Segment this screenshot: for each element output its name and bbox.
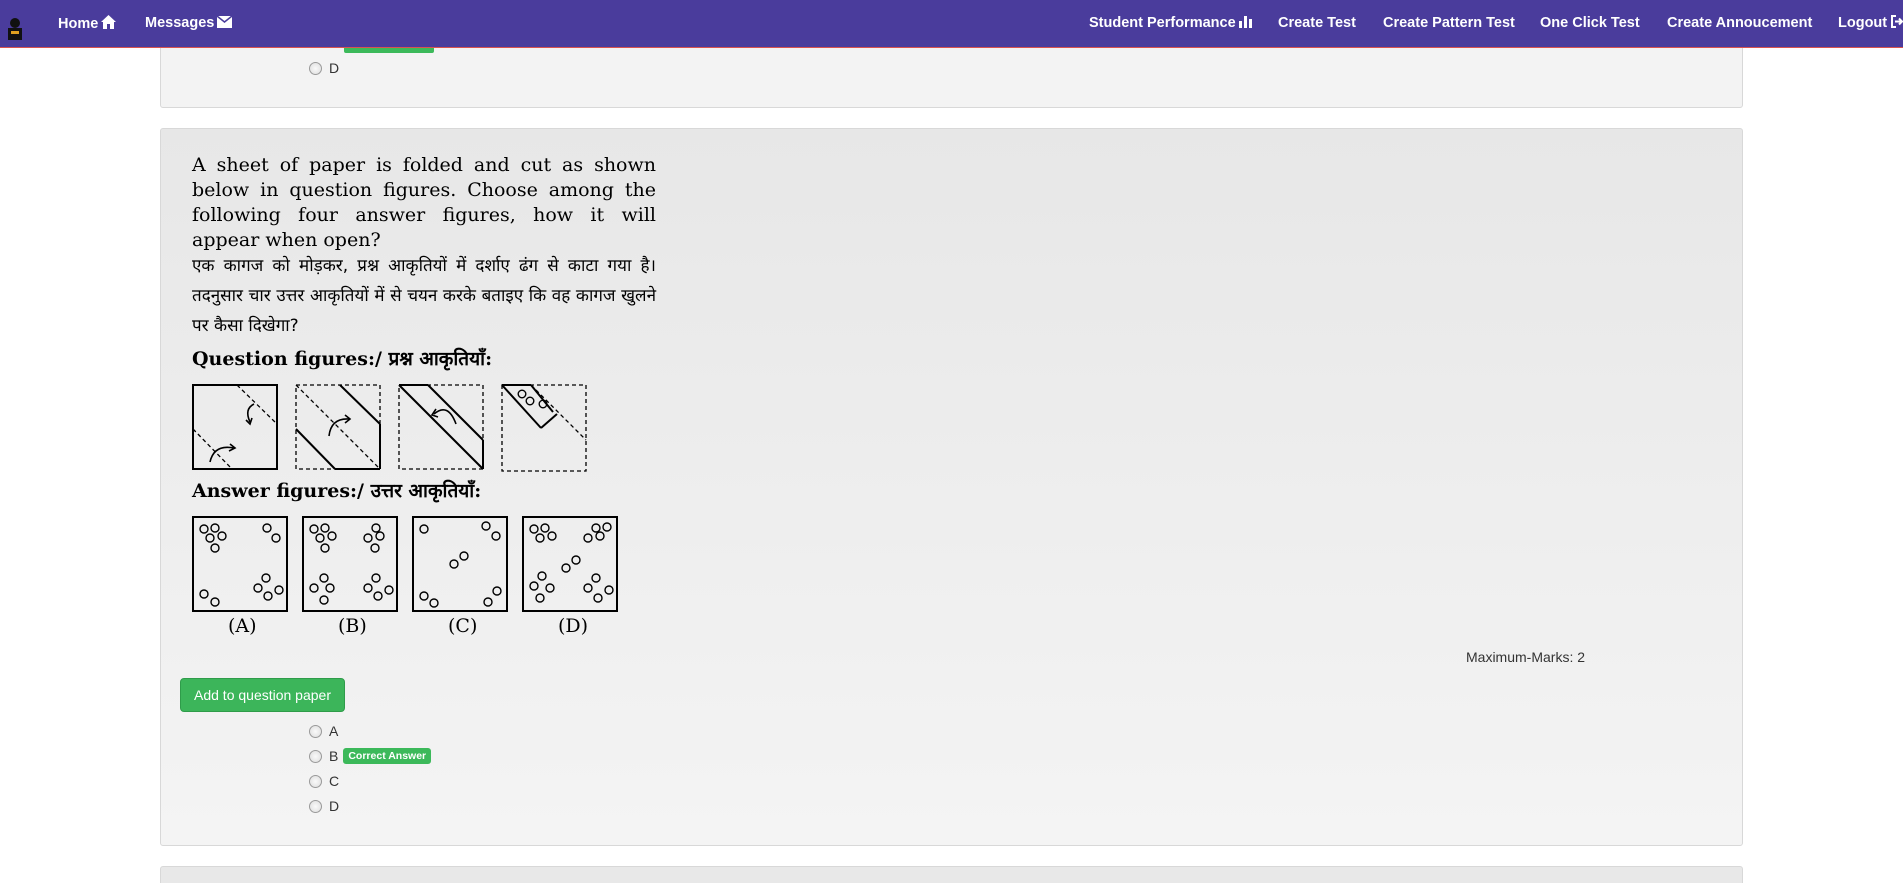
nav-create-test[interactable]: Create Test: [1278, 15, 1356, 31]
nav-create-announcement[interactable]: Create Annoucement: [1667, 15, 1812, 31]
option-a[interactable]: A: [309, 723, 338, 739]
question-card: A sheet of paper is folded and cut as sh…: [160, 128, 1743, 846]
home-icon: [101, 15, 117, 29]
answer-figure-c: [412, 516, 508, 612]
option-label: C: [329, 773, 340, 789]
logo-icon[interactable]: [6, 14, 24, 40]
next-question-card: [160, 866, 1743, 883]
radio-button[interactable]: [309, 799, 322, 813]
option-label: D: [329, 60, 340, 76]
answer-figure-d: [522, 516, 618, 612]
nav-one-click-test[interactable]: One Click Test: [1540, 15, 1640, 31]
add-to-question-paper-button[interactable]: Add to question paper: [180, 678, 345, 712]
radio-button[interactable]: [309, 61, 322, 75]
nav-home-label: Home: [58, 16, 99, 32]
question-text-english: A sheet of paper is folded and cut as sh…: [192, 154, 656, 251]
question-text-hindi: एक कागज को मोड़कर, प्रश्न आकृतियों में द…: [192, 256, 656, 336]
option-b[interactable]: B Correct Answer: [309, 748, 432, 764]
answer-figure-a: [192, 516, 288, 612]
option-label: D: [329, 798, 340, 814]
question-figure-4: [501, 384, 587, 472]
nav-messages-label: Messages: [145, 15, 215, 31]
question-figure-1: [192, 384, 278, 470]
bar-chart-icon: [1238, 16, 1252, 28]
envelope-icon: [216, 15, 233, 28]
nav-home[interactable]: Home: [58, 15, 117, 32]
nav-logout[interactable]: Logout: [1838, 15, 1903, 31]
option-label: A: [329, 723, 339, 739]
question-figure-3: [398, 384, 484, 470]
answer-figure-b: [302, 516, 398, 612]
nav-logout-label: Logout: [1838, 15, 1888, 31]
answer-label-c: (C): [448, 615, 478, 637]
nav-student-performance[interactable]: Student Performance: [1089, 15, 1252, 31]
option-label: B: [329, 748, 339, 764]
option-d[interactable]: D: [309, 798, 339, 814]
question-figure-2: [295, 384, 381, 470]
nav-create-pattern-test[interactable]: Create Pattern Test: [1383, 15, 1515, 31]
radio-button[interactable]: [309, 774, 322, 788]
answer-label-b: (B): [338, 615, 367, 637]
nav-messages[interactable]: Messages: [145, 15, 233, 31]
option-c[interactable]: C: [309, 773, 339, 789]
answer-label-d: (D): [558, 615, 589, 637]
maximum-marks: Maximum-Marks: 2: [1466, 649, 1586, 665]
answer-label-a: (A): [228, 615, 257, 637]
question-figures-heading: Question figures:/ प्रश्न आकृतियाँ:: [192, 348, 493, 370]
correct-answer-badge: Correct Answer: [343, 748, 432, 764]
nav-student-performance-label: Student Performance: [1089, 15, 1236, 31]
answer-figures-heading: Answer figures:/ उत्तर आकृतियाँ:: [192, 480, 482, 502]
logout-icon: [1891, 15, 1903, 28]
prev-option-d[interactable]: D: [309, 60, 339, 76]
top-navbar: Home Messages Student Performance Create…: [0, 0, 1903, 48]
radio-button[interactable]: [309, 749, 322, 763]
radio-button[interactable]: [309, 724, 322, 738]
